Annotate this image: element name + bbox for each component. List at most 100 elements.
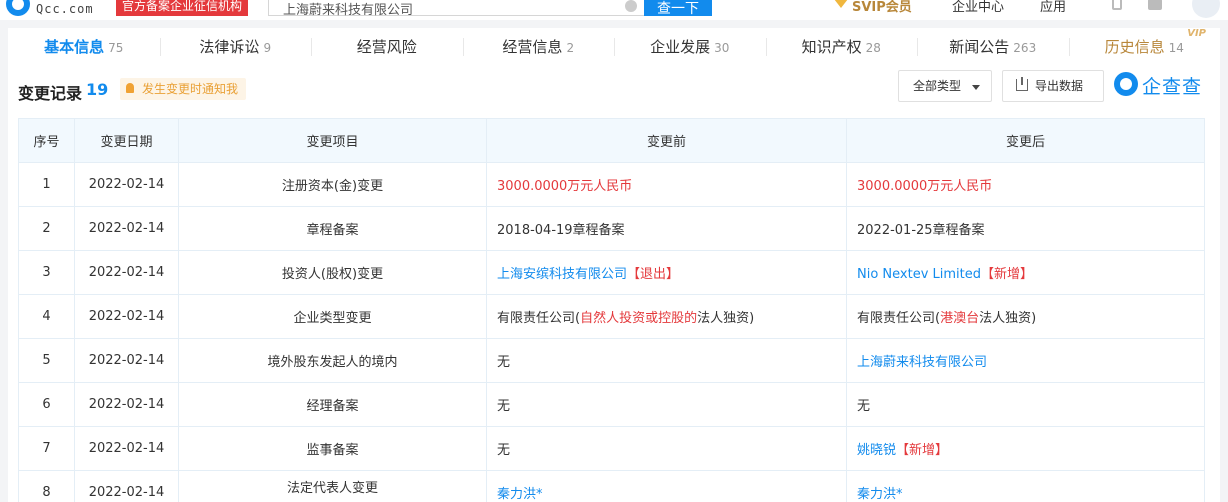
table-row: 3 2022-02-14 投资人(股权)变更 上海安缤科技有限公司【退出】 Nio Ne… [18,250,1205,295]
user-avatar[interactable] [1192,0,1220,18]
header-before: 变更前 [486,118,847,163]
row-date: 2022-02-14 [74,294,179,339]
top-header: Qcc.com 官方备案企业征信机构 上海蔚来科技有限公司 查一下 SVIP会员… [0,0,1228,20]
cell-text: 有限责任公司( [497,311,581,326]
tab-label: 企业发展 [650,38,711,56]
cell-text: 3000.0000万元人民币 [857,179,993,194]
vip-badge: VIP [1187,28,1206,39]
cell-text: 【退出】 [627,267,680,282]
tab-business-risk[interactable]: 经营风险 [311,28,463,66]
row-before: 无 [486,382,847,427]
cell-text: 【新增】 [896,443,949,458]
table-row: 4 2022-02-14 企业类型变更 有限责任公司(自然人投资或控股的法人独资) 有限… [18,294,1205,339]
section-title: 变更记录 [18,84,83,103]
entity-link[interactable]: 秦力洪* [857,487,903,502]
enterprise-center-link[interactable]: 企业中心 [952,0,1004,15]
row-after: 姚晓锐【新增】 [846,426,1205,471]
row-no: 7 [18,426,75,471]
cell-text: 2022-01-25章程备案 [857,223,985,238]
tab-count: 14 [1168,41,1184,55]
change-records-section: 变更记录 19 发生变更时通知我 全部类型 导出数据 企查查 序号 变更日期 变… [8,66,1220,502]
row-item: 注册资本(金)变更 [178,162,487,207]
row-before: 有限责任公司(自然人投资或控股的法人独资) [486,294,847,339]
entity-link[interactable]: 秦力洪* [497,487,543,502]
row-date: 2022-02-14 [74,426,179,471]
table-row: 6 2022-02-14 经理备案无无 [18,382,1205,427]
row-no: 3 [18,250,75,295]
tab-news[interactable]: 新闻公告 263 [917,28,1069,66]
row-date: 2022-02-14 [74,470,179,502]
entity-link[interactable]: 上海安缤科技有限公司 [497,267,627,282]
section-count: 19 [86,80,109,99]
tab-count: 28 [865,41,881,55]
tab-business-info[interactable]: 经营信息 2 [462,28,615,66]
apps-menu[interactable]: 应用 [1040,0,1066,15]
cell-text: 【新增】 [981,267,1034,282]
header-date: 变更日期 [74,118,179,163]
tab-intellectual-property[interactable]: 知识产权 28 [765,28,918,66]
logo-circle-icon [6,0,30,16]
row-date: 2022-02-14 [74,250,179,295]
row-date: 2022-02-14 [74,382,179,427]
row-date: 2022-02-14 [74,206,179,251]
cell-text: 法人独资) [979,311,1037,326]
row-no: 6 [18,382,75,427]
row-no: 5 [18,338,75,383]
table-header-row: 序号 变更日期 变更项目 变更前 变更后 [18,118,1205,163]
search-input[interactable]: 上海蔚来科技有限公司 [283,0,413,18]
row-before: 上海安缤科技有限公司【退出】 [486,250,847,295]
cell-text: 港澳台 [940,311,980,326]
caret-down-icon [972,85,980,90]
cell-text: 法人独资) [697,311,755,326]
row-before: 无 [486,426,847,471]
tab-label: 基本信息 [44,38,105,56]
row-item: 法定代表人变更 [178,470,487,502]
tab-count: 2 [566,41,575,55]
notify-on-change-button[interactable]: 发生变更时通知我 [120,78,247,100]
row-date: 2022-02-14 [74,162,179,207]
table-row: 5 2022-02-14 境外股东发起人的境内无 上海蔚来科技有限公司 [18,338,1205,383]
row-item: 企业类型变更 [178,294,487,339]
table-body: 1 2022-02-14 注册资本(金)变更 3000.0000万元人民币 3000.0… [18,162,1205,502]
row-before: 2018-04-19章程备案 [486,206,847,251]
tab-count: 75 [108,41,124,55]
row-after: 2022-01-25章程备案 [846,206,1205,251]
vip-member-link[interactable]: SVIP会员 [832,0,912,15]
tab-basic-info[interactable]: 基本信息 75 [8,28,160,66]
row-after: 上海蔚来科技有限公司 [846,338,1205,383]
row-date: 2022-02-14 [74,338,179,383]
search-box[interactable]: 上海蔚来科技有限公司 [268,0,646,18]
clear-search-icon[interactable] [625,0,637,12]
row-no: 8 [18,470,75,502]
official-slogan-badge: 官方备案企业征信机构 [116,0,249,16]
row-after: 秦力洪* [846,470,1205,502]
tab-development[interactable]: 企业发展 30 [614,28,766,66]
brand-name: 企查查 [1142,76,1203,98]
entity-link[interactable]: Nio Nextev Limited [857,267,981,282]
notification-bell-icon[interactable] [1148,0,1162,10]
table-row: 1 2022-02-14 注册资本(金)变更 3000.0000万元人民币 3000.0… [18,162,1205,207]
qcc-logo[interactable]: Qcc.com [6,0,116,18]
cell-text: 自然人投资或控股的 [580,311,698,326]
table-row: 7 2022-02-14 监事备案无 姚晓锐【新增】 [18,426,1205,471]
table-row: 8 2022-02-14 法定代表人变更 秦力洪* 秦力洪* [18,470,1205,502]
entity-link[interactable]: 上海蔚来科技有限公司 [857,355,987,370]
row-item: 境外股东发起人的境内 [178,338,487,383]
tab-history-info[interactable]: 历史信息 14 VIP [1068,28,1221,66]
tab-label: 历史信息 [1104,38,1165,56]
row-after: 3000.0000万元人民币 [846,162,1205,207]
change-records-table: 序号 变更日期 变更项目 变更前 变更后 1 2022-02-14 注册资本(金)变… [18,118,1205,502]
tab-label: 经营信息 [502,38,563,56]
row-no: 4 [18,294,75,339]
tab-legal-litigation[interactable]: 法律诉讼 9 [159,28,312,66]
header-no: 序号 [18,118,75,163]
header-after: 变更后 [846,118,1205,163]
entity-link[interactable]: 姚晓锐 [857,443,896,458]
mobile-icon[interactable] [1112,0,1122,10]
cell-text: 无 [497,443,511,458]
row-no: 2 [18,206,75,251]
search-button[interactable]: 查一下 [644,0,712,17]
row-item: 监事备案 [178,426,487,471]
row-before: 3000.0000万元人民币 [486,162,847,207]
row-after: 无 [846,382,1205,427]
